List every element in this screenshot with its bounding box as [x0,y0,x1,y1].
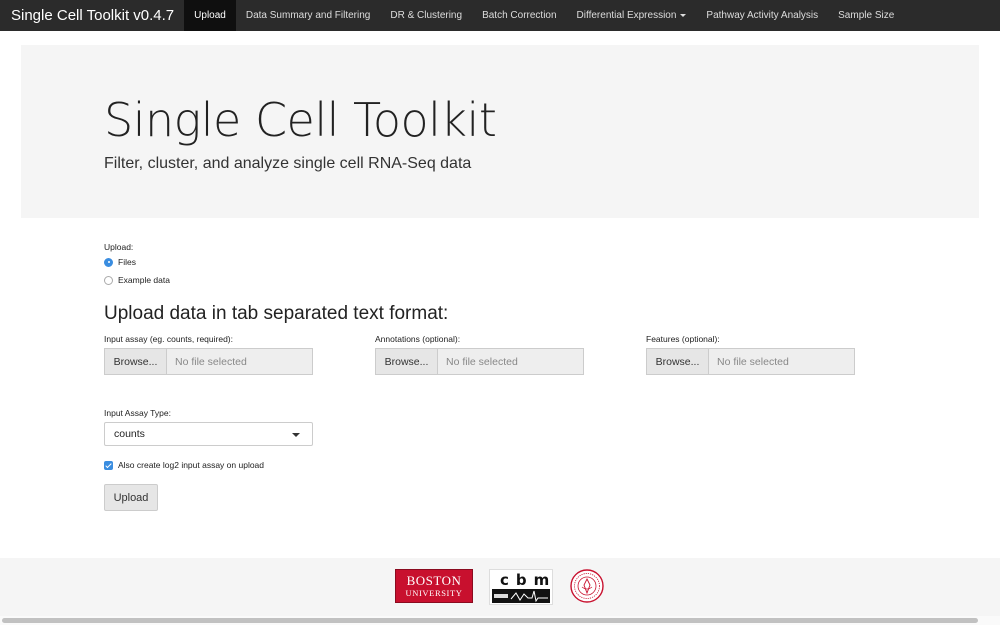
page-title: Single Cell Toolkit [104,93,497,147]
bu-logo-line1: BOSTON [406,573,462,589]
bu-logo-line2: UNIVERSITY [405,588,463,599]
radio-files[interactable]: Files [104,257,136,267]
annotations-file-label: Annotations (optional): [375,334,461,344]
assay-file-input[interactable]: Browse... No file selected [104,348,313,375]
assay-type-value: counts [114,428,145,440]
chevron-down-icon [292,433,300,437]
horizontal-scrollbar[interactable] [0,616,1000,625]
upload-button[interactable]: Upload [104,484,158,511]
annotations-file-name: No file selected [438,349,583,374]
top-navbar: Single Cell Toolkit v0.4.7 Upload Data S… [0,0,1000,31]
annotations-browse-button[interactable]: Browse... [376,349,438,374]
nav-tabs: Upload Data Summary and Filtering DR & C… [184,0,904,31]
tab-differential-expression-label: Differential Expression [576,10,677,21]
cbm-waveform-icon [492,589,550,603]
scrollbar-thumb[interactable] [2,618,978,623]
cbm-logo-text: cbm [500,571,557,589]
tab-batch-correction[interactable]: Batch Correction [472,0,566,31]
assay-type-select[interactable]: counts [104,422,313,446]
assay-file-name: No file selected [167,349,312,374]
assay-file-label: Input assay (eg. counts, required): [104,334,233,344]
features-file-label: Features (optional): [646,334,720,344]
tab-differential-expression[interactable]: Differential Expression [567,0,697,31]
features-browse-button[interactable]: Browse... [647,349,709,374]
radio-button-icon[interactable] [104,275,113,285]
annotations-file-input[interactable]: Browse... No file selected [375,348,584,375]
cbm-logo: cbm [489,569,553,605]
features-file-name: No file selected [709,349,854,374]
section-heading: Upload data in tab separated text format… [104,303,449,324]
tab-sample-size[interactable]: Sample Size [828,0,904,31]
tab-data-summary[interactable]: Data Summary and Filtering [236,0,381,31]
app-brand[interactable]: Single Cell Toolkit v0.4.7 [0,0,184,31]
checkbox-checked-icon[interactable] [104,460,113,470]
university-seal-icon [570,569,604,603]
assay-type-label: Input Assay Type: [104,408,171,418]
jumbotron: Single Cell Toolkit Filter, cluster, and… [21,45,979,218]
assay-browse-button[interactable]: Browse... [105,349,167,374]
caret-down-icon [680,13,687,17]
log2-checkbox-row[interactable]: Also create log2 input assay on upload [104,460,264,470]
upload-label: Upload: [104,242,134,252]
tab-upload[interactable]: Upload [184,0,236,31]
log2-checkbox-label: Also create log2 input assay on upload [118,460,265,470]
footer: BOSTON UNIVERSITY cbm [0,558,1000,625]
boston-university-logo: BOSTON UNIVERSITY [395,569,473,603]
radio-example-data[interactable]: Example data [104,275,170,285]
tab-pathway-activity[interactable]: Pathway Activity Analysis [696,0,828,31]
page-subtitle: Filter, cluster, and analyze single cell… [104,155,472,172]
radio-button-checked-icon[interactable] [104,257,113,267]
radio-files-label: Files [118,257,136,267]
tab-dr-clustering[interactable]: DR & Clustering [380,0,472,31]
features-file-input[interactable]: Browse... No file selected [646,348,855,375]
radio-example-data-label: Example data [118,275,170,285]
